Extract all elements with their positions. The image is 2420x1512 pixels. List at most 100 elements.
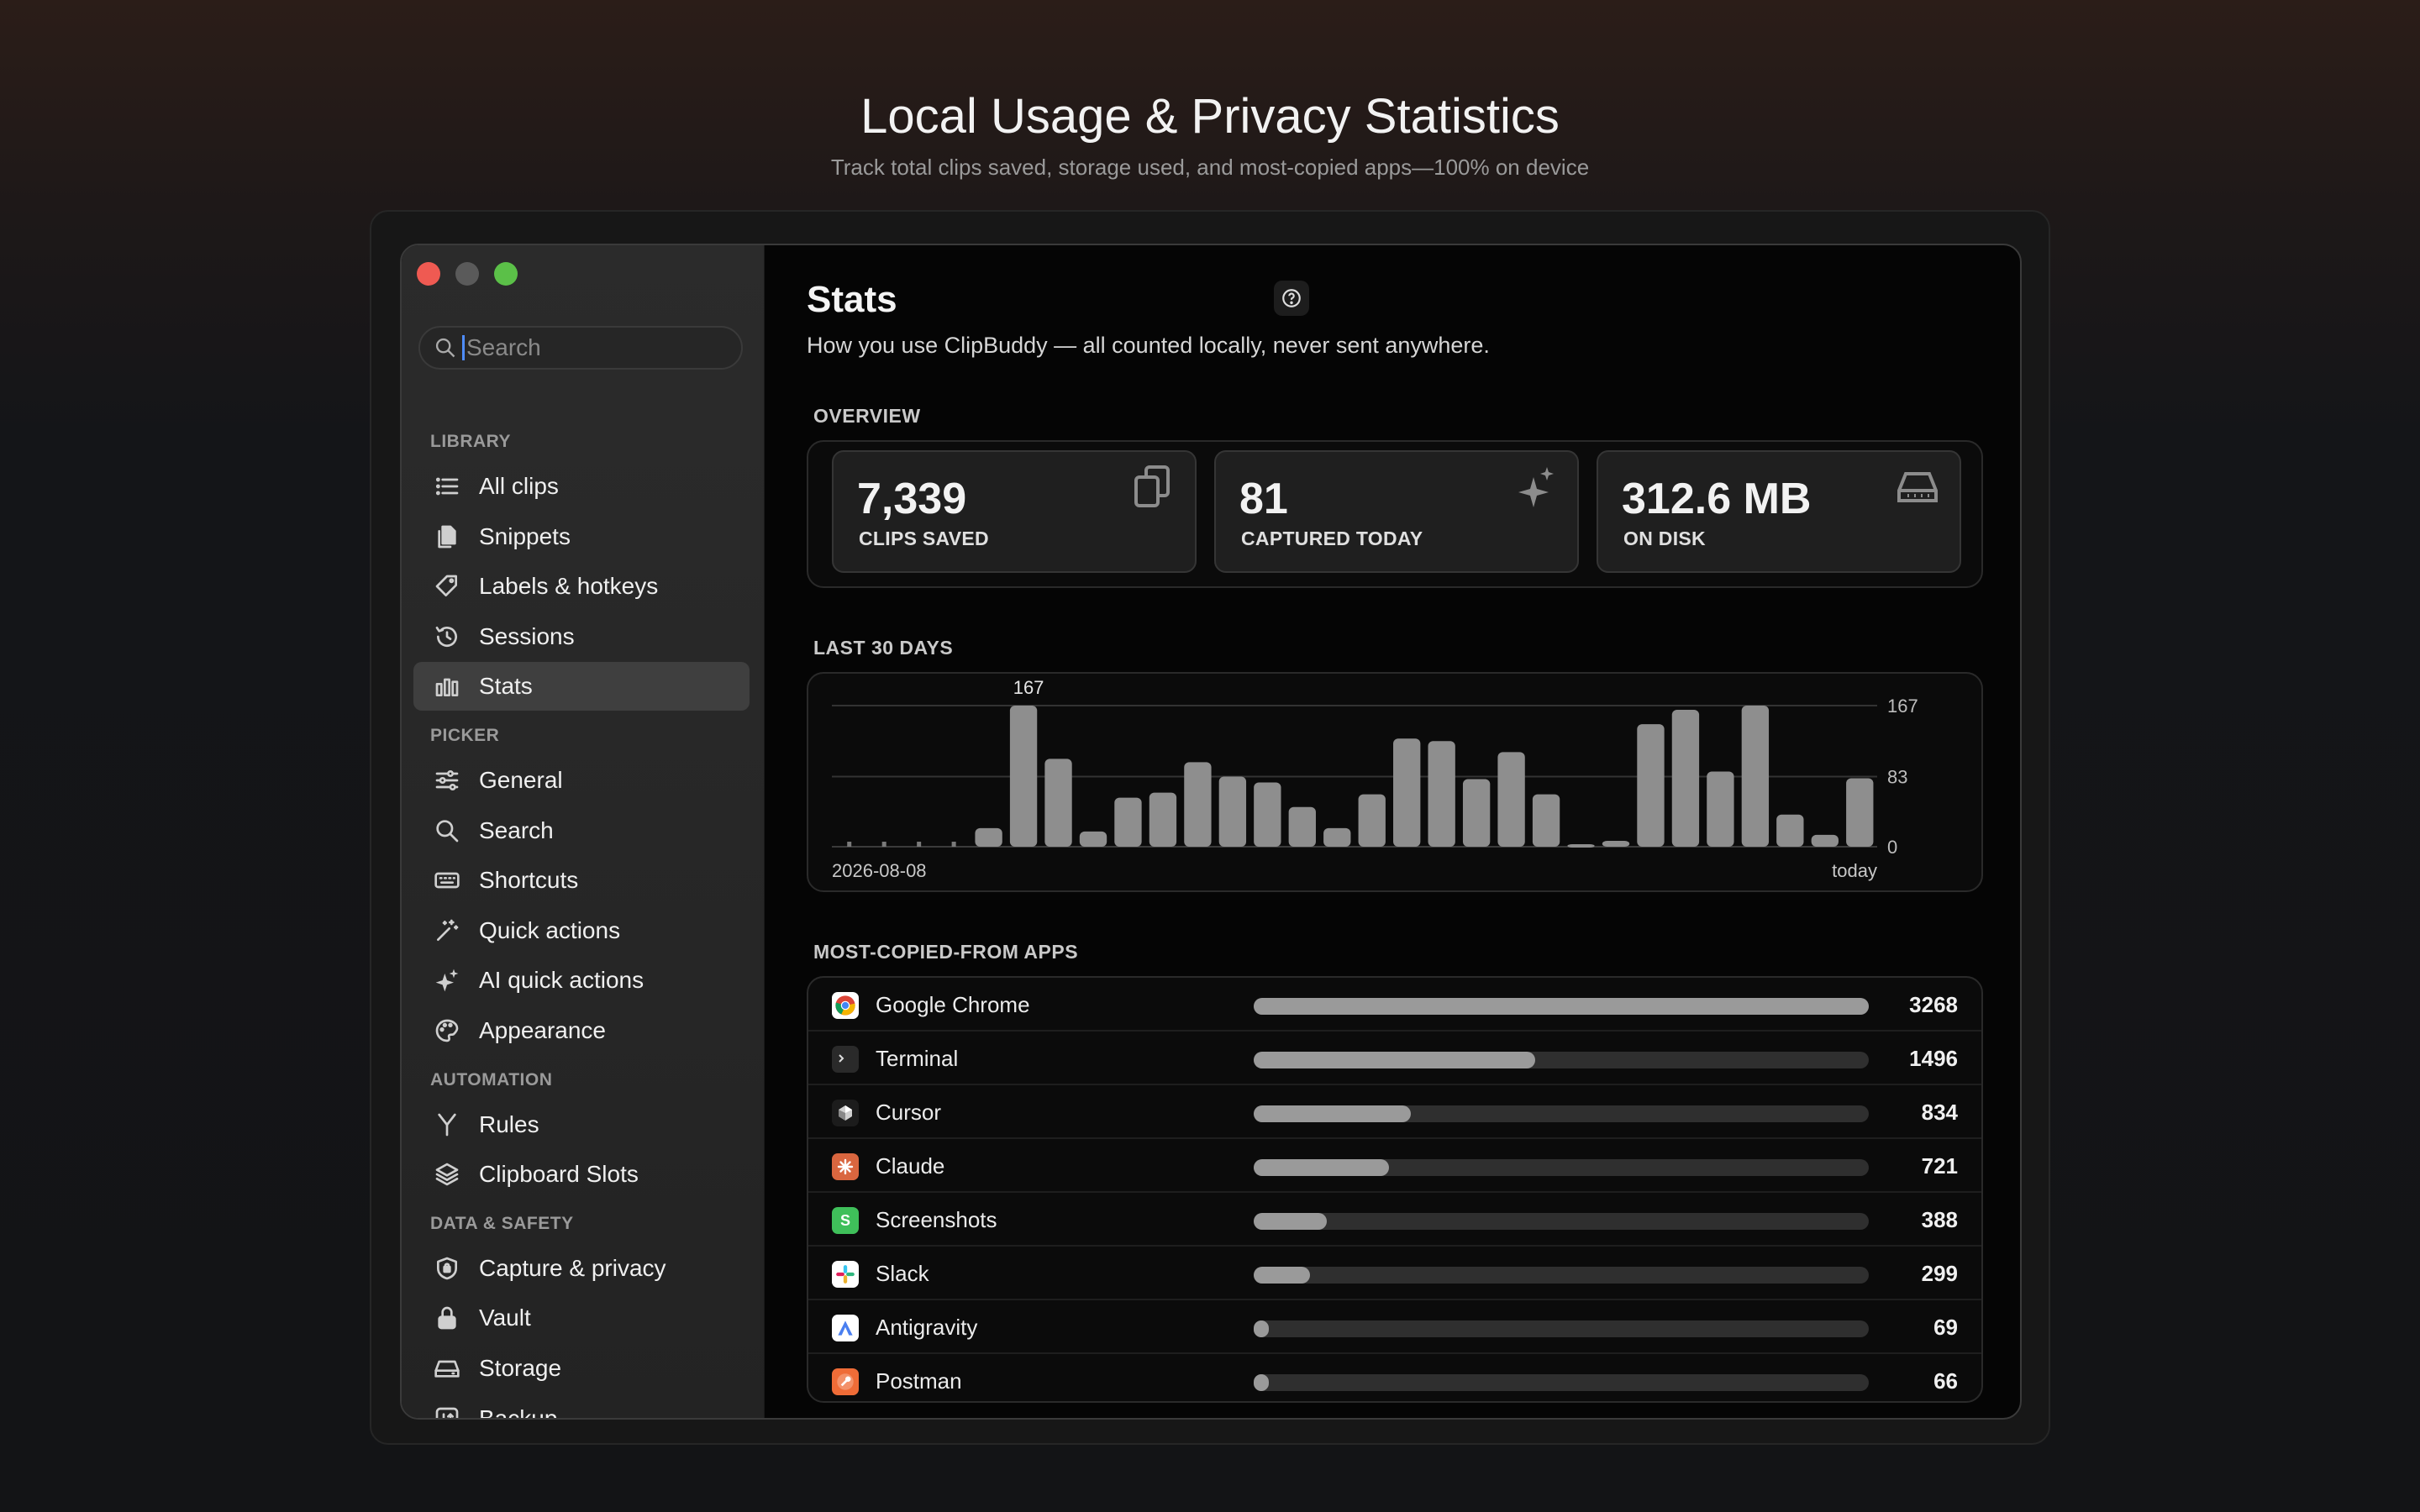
chart-bar [1218, 776, 1247, 847]
app-row-antigravity: Antigravity 69 [808, 1300, 1981, 1354]
sidebar-item-sessions[interactable]: Sessions [413, 612, 750, 661]
chart-bar [1184, 762, 1212, 847]
app-name: Screenshots [876, 1207, 997, 1232]
chart-bar [1254, 782, 1281, 847]
chart-bar [1846, 778, 1874, 847]
stack-icon [434, 1161, 460, 1188]
zoom-window-button[interactable] [494, 262, 518, 286]
x-end-label: today [1832, 860, 1877, 881]
app-row-google-chrome: Google Chrome 3268 [808, 978, 1981, 1032]
app-count: 834 [1921, 1100, 1958, 1125]
drive-icon [1897, 472, 1938, 502]
chart-bar [1776, 814, 1804, 847]
overview-heading: OVERVIEW [813, 405, 921, 427]
search-input[interactable] [466, 334, 735, 361]
chart-bar [1497, 752, 1525, 847]
peak-data-label: 167 [1013, 677, 1044, 698]
app-usage-fill [1254, 1213, 1327, 1230]
minimize-window-button[interactable] [455, 262, 479, 286]
stat-card-on-disk: 312.6 MB ON DISK [1597, 450, 1961, 573]
app-count: 299 [1921, 1261, 1958, 1286]
sidebar-item-clipboard-slots[interactable]: Clipboard Slots [413, 1150, 750, 1199]
sidebar-item-ai-quick-actions[interactable]: AI quick actions [413, 956, 750, 1005]
page-subtitle: How you use ClipBuddy — all counted loca… [807, 333, 1490, 358]
sidebar-section-label: DATA & SAFETY [430, 1213, 574, 1233]
app-usage-fill [1254, 1052, 1536, 1068]
sidebar-item-storage[interactable]: Storage [413, 1344, 750, 1393]
documents-icon [434, 523, 460, 550]
sidebar-item-snippets[interactable]: Snippets [413, 512, 750, 561]
sidebar-search[interactable] [418, 326, 743, 370]
chart-bar [1323, 827, 1351, 847]
help-button[interactable] [1274, 281, 1309, 316]
sidebar-item-all-clips[interactable]: All clips [413, 462, 750, 511]
chart-bar [1707, 771, 1734, 847]
app-usage-fill [1254, 998, 1869, 1015]
text-caret [462, 335, 465, 360]
usage-chart-panel: 0 83 167 167 2026-08-08 today [807, 672, 1983, 892]
app-row-screenshots: S Screenshots 388 [808, 1193, 1981, 1247]
sidebar-item-quick-actions[interactable]: Quick actions [413, 906, 750, 955]
sidebar-item-label: Vault [479, 1305, 531, 1331]
chart-bar [1393, 738, 1421, 847]
sidebar-item-shortcuts[interactable]: Shortcuts [413, 856, 750, 905]
sidebar-item-label: Snippets [479, 522, 571, 549]
hero-title: Local Usage & Privacy Statistics [860, 89, 1560, 144]
app-count: 3268 [1909, 992, 1958, 1017]
sidebar-item-label: Shortcuts [479, 867, 579, 894]
stat-value: 7,339 [857, 475, 967, 523]
chart-bar [847, 842, 852, 847]
sidebar-item-labels-and-hotkeys[interactable]: Labels & hotkeys [413, 562, 750, 611]
chart-bar [1462, 779, 1491, 847]
chart-bar [1149, 792, 1177, 847]
sidebar-item-label: General [479, 767, 563, 793]
sidebar-item-backup[interactable]: Backup [413, 1394, 750, 1420]
app-name: Claude [876, 1153, 945, 1179]
search-icon [434, 817, 460, 844]
sidebar-item-vault[interactable]: Vault [413, 1294, 750, 1342]
clipboard-copy-icon [1134, 465, 1170, 507]
palette-icon [434, 1017, 460, 1044]
y-tick-label: 167 [1887, 696, 1918, 717]
sidebar-item-label: All clips [479, 473, 559, 499]
sidebar-item-label: Backup [479, 1404, 558, 1420]
question-icon [1282, 289, 1301, 307]
chart-bar [1044, 759, 1072, 847]
sidebar-item-appearance[interactable]: Appearance [413, 1006, 750, 1055]
sidebar-item-capture-and-privacy[interactable]: Capture & privacy [413, 1244, 750, 1293]
app-count: 66 [1933, 1368, 1958, 1394]
app-window: LIBRARY All clips Snippets Labels & hotkeys… [400, 244, 2022, 1420]
screenshots-icon: S [832, 1207, 859, 1234]
app-count: 388 [1921, 1207, 1958, 1232]
apps-list: Google Chrome 3268 Terminal 1496 Cursor 834 Cl… [807, 976, 1983, 1403]
sidebar-item-search[interactable]: Search [413, 806, 750, 855]
sidebar-item-label: Clipboard Slots [479, 1161, 639, 1188]
chart-bar [1637, 724, 1665, 847]
stat-value: 312.6 MB [1622, 475, 1812, 523]
app-usage-bar [1254, 1374, 1869, 1391]
shield-icon [434, 1255, 460, 1282]
app-usage-fill [1254, 1320, 1269, 1337]
hero-subtitle: Track total clips saved, storage used, a… [830, 155, 1590, 180]
sidebar-item-rules[interactable]: Rules [413, 1100, 750, 1149]
usage-bar-chart: 0 83 167 167 2026-08-08 today [832, 677, 1918, 881]
chart-bar [1079, 831, 1107, 847]
list-icon [434, 473, 460, 500]
sliders-icon [434, 767, 460, 794]
sidebar-item-label: AI quick actions [479, 967, 644, 994]
overview-panel: 7,339 CLIPS SAVED 81 CAPTURED TODAY 312.… [807, 440, 1983, 588]
close-window-button[interactable] [417, 262, 440, 286]
history-icon [434, 623, 460, 650]
sidebar-item-general[interactable]: General [413, 756, 750, 805]
sidebar-item-label: Sessions [479, 622, 575, 649]
chart-bar [881, 842, 886, 847]
chart-bar [1358, 794, 1386, 847]
chart-bar [1288, 806, 1316, 847]
app-name: Slack [876, 1261, 929, 1286]
chart-bar [1811, 834, 1839, 847]
sidebar-item-stats[interactable]: Stats [413, 662, 750, 711]
app-usage-bar [1254, 998, 1869, 1015]
app-usage-fill [1254, 1374, 1269, 1391]
stat-label: CLIPS SAVED [859, 528, 989, 549]
apps-heading: MOST-COPIED-FROM APPS [813, 941, 1079, 963]
